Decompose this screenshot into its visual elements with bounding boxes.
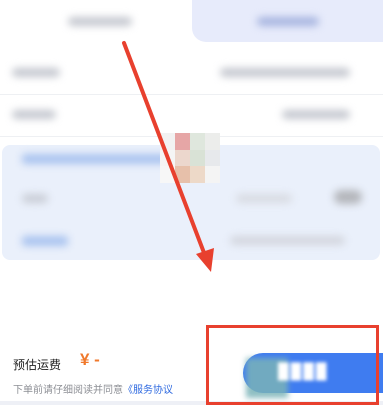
red-highlight-box: [206, 325, 379, 405]
